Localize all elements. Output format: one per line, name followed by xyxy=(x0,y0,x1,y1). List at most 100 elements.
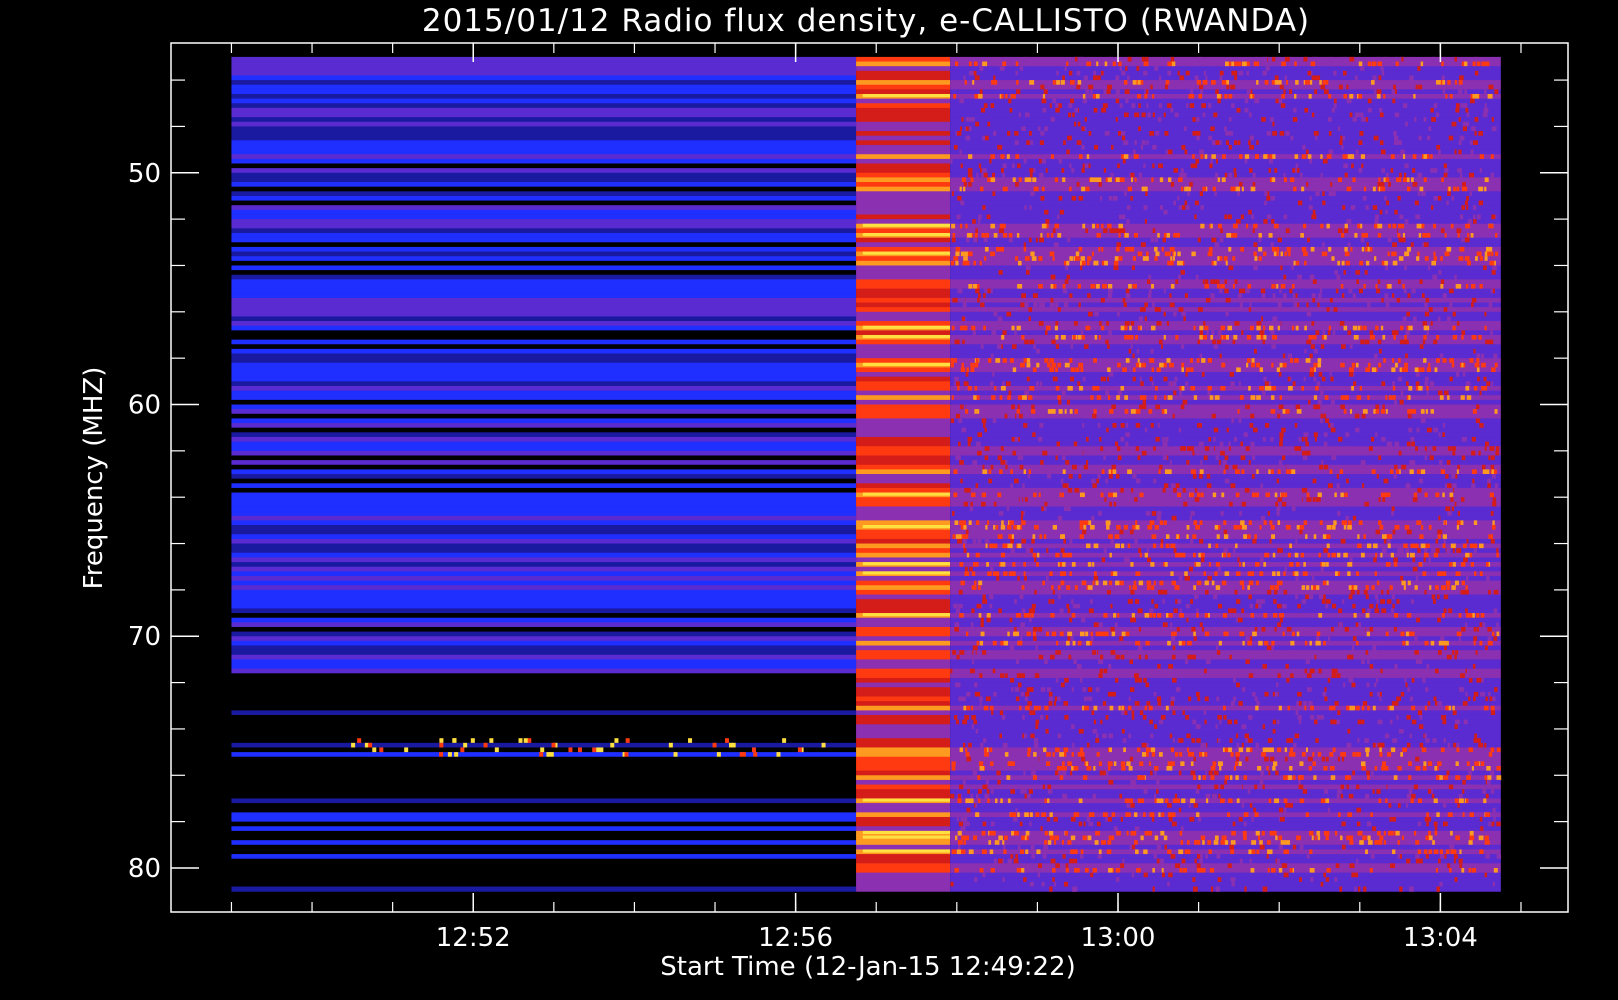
heatmap-cell xyxy=(1066,61,1069,67)
heatmap-cell xyxy=(1092,529,1097,535)
heatmap-cell xyxy=(1200,205,1204,211)
heatmap-cell xyxy=(1064,677,1069,684)
heatmap-cell xyxy=(1007,297,1010,304)
heatmap-cell xyxy=(1131,710,1135,716)
heatmap-cell xyxy=(1190,501,1193,508)
heatmap-cell xyxy=(1078,154,1083,160)
heatmap-cell xyxy=(1413,492,1418,498)
heatmap-cell xyxy=(1454,654,1457,661)
heatmap-cell xyxy=(856,172,951,179)
heatmap-cell xyxy=(1072,464,1077,470)
heatmap-cell xyxy=(991,395,996,401)
heatmap-cell xyxy=(1199,622,1203,628)
heatmap-cell xyxy=(1494,687,1498,693)
heatmap-cell xyxy=(1138,316,1144,322)
heatmap-cell xyxy=(1227,719,1232,725)
heatmap-cell xyxy=(1466,668,1470,674)
heatmap-cell xyxy=(1058,594,1061,600)
heatmap-cell xyxy=(956,214,961,220)
heatmap-cell xyxy=(1105,520,1111,526)
heatmap-cell xyxy=(1172,543,1176,549)
heatmap-cell xyxy=(1007,631,1010,637)
heatmap-band xyxy=(231,404,1501,410)
heatmap-cell xyxy=(404,747,409,753)
heatmap-cell xyxy=(1071,562,1076,568)
heatmap-cell xyxy=(231,362,857,369)
heatmap-cell xyxy=(1406,177,1410,183)
heatmap-cell xyxy=(960,367,966,373)
heatmap-cell xyxy=(1286,464,1290,470)
heatmap-cell xyxy=(856,103,951,109)
heatmap-cell xyxy=(973,650,976,656)
heatmap-cell xyxy=(1470,149,1474,155)
heatmap-cell xyxy=(1170,107,1174,114)
heatmap-cell xyxy=(1029,80,1035,86)
heatmap-cell xyxy=(1319,418,1324,424)
heatmap-band xyxy=(231,274,1501,280)
heatmap-cell xyxy=(1238,70,1244,77)
heatmap-cell xyxy=(1376,89,1382,95)
heatmap-cell xyxy=(1392,293,1395,299)
heatmap-cell xyxy=(1427,135,1431,141)
heatmap-cell xyxy=(231,492,857,498)
heatmap-cell xyxy=(1320,566,1324,572)
heatmap-cell xyxy=(856,673,951,679)
heatmap-cell xyxy=(1078,302,1081,308)
heatmap-cell xyxy=(1426,390,1429,396)
heatmap-cell xyxy=(1078,195,1084,202)
heatmap-cell xyxy=(1277,497,1283,503)
heatmap-cell xyxy=(1195,525,1201,531)
heatmap-cell xyxy=(1139,404,1144,410)
heatmap-cell xyxy=(1342,529,1347,535)
heatmap-cell xyxy=(1044,501,1048,508)
heatmap-cell xyxy=(1019,654,1023,661)
heatmap-cell xyxy=(231,66,857,72)
heatmap-cell xyxy=(1481,362,1486,369)
heatmap-cell xyxy=(1416,427,1420,433)
heatmap-cell xyxy=(1392,395,1396,401)
heatmap-cell xyxy=(1038,626,1043,633)
heatmap-cell xyxy=(1006,506,1010,512)
heatmap-cell xyxy=(1124,409,1129,415)
heatmap-band xyxy=(231,307,1501,313)
heatmap-cell xyxy=(1217,223,1222,229)
heatmap-cell xyxy=(981,418,987,424)
heatmap-cell xyxy=(1144,427,1148,433)
heatmap-cell xyxy=(1391,668,1395,674)
heatmap-cell xyxy=(1336,274,1341,280)
heatmap-cell xyxy=(1135,525,1140,531)
heatmap-cell xyxy=(1037,126,1041,132)
heatmap-cell xyxy=(856,237,951,243)
heatmap-cell xyxy=(1040,131,1045,137)
heatmap-cell xyxy=(856,186,951,192)
heatmap-cell xyxy=(1244,733,1250,739)
heatmap-cell xyxy=(1108,492,1113,498)
heatmap-cell xyxy=(1423,334,1427,341)
heatmap-cell xyxy=(970,117,975,123)
heatmap-cell xyxy=(1277,747,1282,753)
heatmap-cell xyxy=(1010,93,1016,100)
heatmap-cell xyxy=(1418,478,1424,484)
heatmap-cell xyxy=(1365,585,1369,591)
heatmap-cell xyxy=(1075,251,1080,257)
heatmap-cell xyxy=(1006,525,1012,531)
heatmap-cell xyxy=(1327,483,1333,489)
heatmap-cell xyxy=(1160,538,1164,545)
heatmap-cell xyxy=(1133,154,1139,160)
heatmap-cell xyxy=(1199,149,1205,155)
heatmap-cell xyxy=(1093,358,1097,364)
heatmap-cell xyxy=(1011,687,1014,693)
heatmap-cell xyxy=(1170,256,1173,262)
heatmap-cell xyxy=(1301,385,1305,392)
heatmap-cell xyxy=(1315,56,1318,63)
heatmap-band xyxy=(231,705,1501,711)
heatmap-cell xyxy=(1464,200,1468,206)
heatmap-cell xyxy=(856,742,951,749)
heatmap-cell xyxy=(992,191,996,197)
heatmap-cell xyxy=(1208,103,1212,109)
heatmap-cell xyxy=(1234,321,1240,327)
heatmap-cell xyxy=(962,302,967,308)
heatmap-cell xyxy=(1229,738,1233,744)
heatmap-cell xyxy=(1070,376,1075,382)
heatmap-cell xyxy=(1387,538,1391,545)
